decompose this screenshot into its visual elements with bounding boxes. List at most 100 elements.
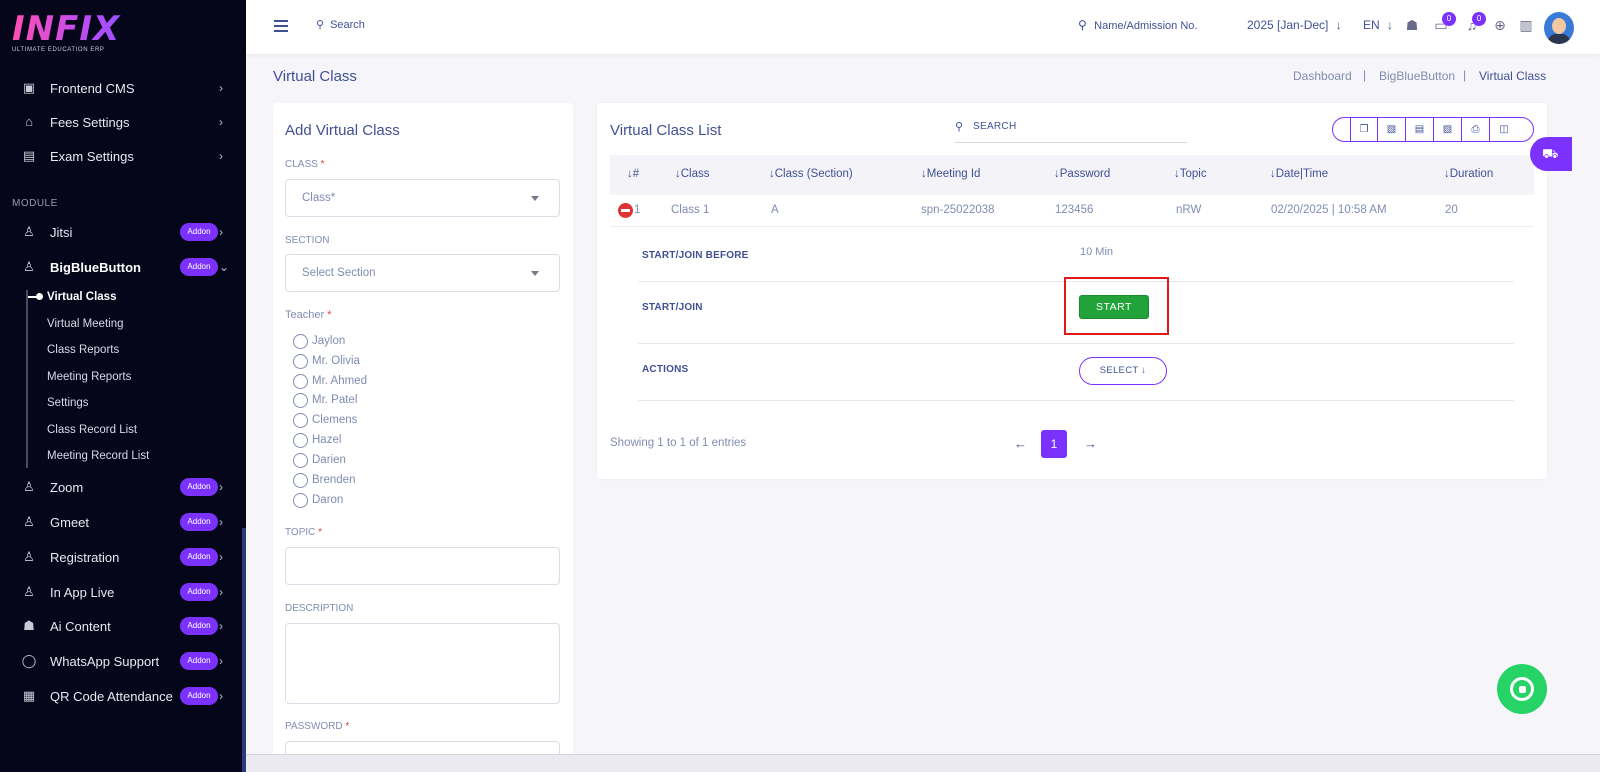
globe-icon[interactable]: ⊕ (1491, 16, 1509, 34)
language-selector[interactable]: EN ↓ (1363, 18, 1393, 32)
teacher-radio-ahmed[interactable]: Mr. Ahmed (293, 373, 367, 389)
teacher-radio-daron[interactable]: Daron (293, 492, 343, 508)
column-header-meeting-id[interactable]: ↓Meeting Id (921, 168, 980, 180)
sidebar-item-fees-settings[interactable]: ⌂ Fees Settings › (0, 107, 246, 137)
teacher-radio-darien[interactable]: Darien (293, 452, 346, 468)
menu-toggle-icon[interactable] (274, 20, 288, 32)
radio-button[interactable] (293, 333, 308, 349)
module-section-label: MODULE (12, 198, 58, 209)
sidebar-scrollbar[interactable] (242, 528, 246, 772)
cell-password: 123456 (1055, 204, 1094, 216)
sidebar-item-ai-content[interactable]: ☗ Ai Content Addon › (0, 611, 246, 641)
sidebar-item-label: Registration (50, 549, 120, 565)
teacher-radio-clemens[interactable]: Clemens (293, 412, 357, 428)
collapse-row-icon[interactable] (618, 203, 633, 218)
chart-icon[interactable]: ▥ (1517, 16, 1535, 34)
admission-search[interactable]: ⚲ Name/Admission No. (1078, 18, 1197, 32)
addon-badge: Addon (180, 652, 218, 670)
sidebar-item-exam-settings[interactable]: ▤ Exam Settings › (0, 141, 246, 171)
radio-button[interactable] (293, 432, 308, 448)
subnav-active-dot (36, 293, 43, 300)
list-search-input[interactable]: ⚲ SEARCH (955, 117, 1187, 143)
class-select-value: Class* (302, 192, 336, 204)
topic-input[interactable] (285, 547, 560, 585)
addon-badge: Addon (180, 478, 218, 496)
whatsapp-chat-button[interactable] (1497, 664, 1547, 714)
radio-button[interactable] (293, 492, 308, 508)
addon-badge: Addon (180, 687, 218, 705)
column-header-duration[interactable]: ↓Duration (1444, 168, 1493, 180)
print-icon[interactable]: ⎙ (1462, 118, 1490, 141)
sidebar-item-frontend-cms[interactable]: ▣ Frontend CMS › (0, 73, 246, 103)
teacher-radio-hazel[interactable]: Hazel (293, 432, 341, 448)
excel-icon[interactable]: ▧ (1378, 118, 1406, 141)
session-selector[interactable]: 2025 [Jan-Dec] ↓ (1247, 18, 1342, 32)
sidebar-item-label: Frontend CMS (50, 80, 135, 96)
chevron-right-icon: › (219, 115, 223, 129)
column-header-section[interactable]: ↓Class (Section) (769, 168, 853, 180)
radio-button[interactable] (293, 472, 308, 488)
select-actions-button[interactable]: SELECT ↓ (1079, 357, 1167, 385)
radio-button[interactable] (293, 373, 308, 389)
sidebar-item-registration[interactable]: ♙ Registration Addon › (0, 542, 246, 572)
teacher-radio-brenden[interactable]: Brenden (293, 472, 355, 488)
topic-label: TOPIC * (285, 527, 323, 538)
sidebar-subitem-virtual-meeting[interactable]: Virtual Meeting (47, 318, 124, 330)
page-number-button[interactable]: 1 (1041, 430, 1067, 458)
horizontal-scrollbar[interactable] (246, 754, 1600, 772)
robot-icon[interactable]: ☗ (1403, 16, 1421, 34)
sidebar-item-label: BigBlueButton (50, 259, 141, 275)
sidebar-item-gmeet[interactable]: ♙ Gmeet Addon › (0, 507, 246, 537)
cell-topic: nRW (1176, 204, 1202, 216)
user-icon: ♙ (23, 584, 35, 599)
teacher-radio-jaylon[interactable]: Jaylon (293, 333, 345, 349)
user-icon: ♙ (23, 224, 35, 239)
sidebar-subitem-settings[interactable]: Settings (47, 397, 89, 409)
copy-icon[interactable]: ❐ (1350, 118, 1378, 141)
teacher-radio-olivia[interactable]: Mr. Olivia (293, 353, 360, 369)
cart-icon[interactable]: ⛟ (1530, 137, 1572, 171)
class-select[interactable]: Class* (285, 179, 560, 217)
teacher-radio-patel[interactable]: Mr. Patel (293, 392, 357, 408)
column-header-class[interactable]: ↓Class (675, 168, 710, 180)
sidebar-subitem-class-reports[interactable]: Class Reports (47, 344, 119, 356)
column-header-topic[interactable]: ↓Topic (1174, 168, 1207, 180)
breadcrumb-dashboard[interactable]: Dashboard (1293, 69, 1352, 83)
pdf-icon[interactable]: ▨ (1434, 118, 1462, 141)
columns-icon[interactable]: ◫ (1490, 118, 1518, 141)
export-toolbar: ❐ ▧ ▤ ▨ ⎙ ◫ (1332, 117, 1534, 142)
brand-logo[interactable]: INFIX ULTIMATE EDUCATION ERP (12, 12, 152, 60)
table-row: 1 Class 1 A spn-25022038 123456 nRW 02/2… (610, 195, 1534, 227)
sidebar-item-bigbluebutton[interactable]: ♙ BigBlueButton Addon ⌄ (0, 252, 246, 282)
top-search[interactable]: ⚲ Search (316, 18, 365, 31)
column-header-password[interactable]: ↓Password (1054, 168, 1110, 180)
sidebar-item-jitsi[interactable]: ♙ Jitsi Addon › (0, 217, 246, 247)
radio-button[interactable] (293, 452, 308, 468)
sidebar-subitem-meeting-record-list[interactable]: Meeting Record List (47, 450, 149, 462)
chevron-right-icon: › (219, 585, 223, 599)
arrow-left-icon[interactable]: ← (1014, 436, 1027, 451)
caret-down-icon (531, 271, 539, 276)
session-value: 2025 [Jan-Dec] (1247, 18, 1329, 32)
radio-button[interactable] (293, 392, 308, 408)
radio-button[interactable] (293, 412, 308, 428)
breadcrumb-bigbluebutton[interactable]: BigBlueButton (1379, 69, 1455, 83)
radio-button[interactable] (293, 353, 308, 369)
sidebar-item-zoom[interactable]: ♙ Zoom Addon › (0, 472, 246, 502)
column-header-datetime[interactable]: ↓Date|Time (1270, 168, 1328, 180)
sidebar-subitem-virtual-class[interactable]: Virtual Class (47, 291, 116, 303)
sidebar-subitem-meeting-reports[interactable]: Meeting Reports (47, 371, 131, 383)
chevron-right-icon: › (219, 619, 223, 633)
description-textarea[interactable] (285, 623, 560, 704)
section-select[interactable]: Select Section (285, 254, 560, 292)
column-header-number[interactable]: ↓# (627, 168, 639, 180)
arrow-right-icon[interactable]: → (1084, 436, 1097, 451)
sidebar-item-in-app-live[interactable]: ♙ In App Live Addon › (0, 577, 246, 607)
sidebar-item-whatsapp-support[interactable]: ◯ WhatsApp Support Addon › (0, 646, 246, 676)
sidebar-subitem-class-record-list[interactable]: Class Record List (47, 424, 137, 436)
csv-icon[interactable]: ▤ (1406, 118, 1434, 141)
page-title: Virtual Class (273, 68, 357, 85)
avatar[interactable] (1544, 12, 1574, 44)
sidebar-item-qr-code-attendance[interactable]: ▦ QR Code Attendance Addon › (0, 681, 246, 711)
bank-icon: ⌂ (25, 114, 33, 129)
